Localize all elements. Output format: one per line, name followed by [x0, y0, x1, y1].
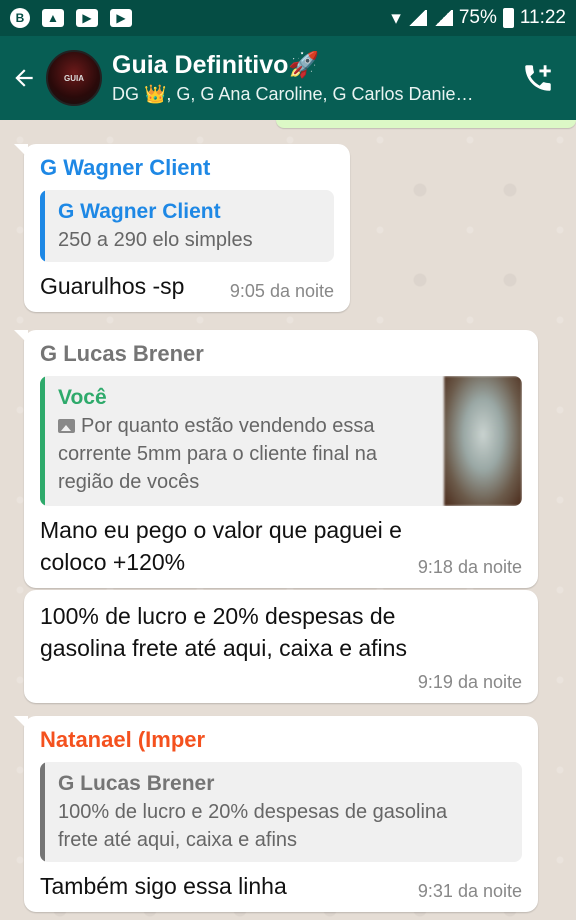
quote-sender: G Wagner Client [58, 200, 221, 223]
message-time: 9:19 da noite [417, 672, 522, 692]
group-avatar[interactable]: GUIA [46, 50, 102, 106]
youtube-notification-icon-2: ▶ [110, 9, 132, 27]
message-text-line-1: 100% de lucro e 20% despesas de [40, 603, 396, 629]
sender-name: G Wagner Client [40, 155, 211, 180]
quote-text-line-1: Por quanto estão vendendo essa [81, 415, 375, 437]
chat-title: Guia Definitivo🚀 [112, 51, 320, 79]
signal-icon [406, 10, 427, 26]
message-time: 9:31 da noite [417, 881, 522, 901]
message-bubble[interactable]: 100% de lucro e 20% despesas de gasolina… [24, 590, 538, 703]
quote-bar [40, 376, 45, 506]
message-bubble[interactable]: Natanael (Imper G Lucas Brener 100% de l… [14, 716, 538, 912]
quote-sender: G Lucas Brener [58, 772, 215, 795]
battery-icon [502, 8, 514, 28]
quoted-message[interactable]: Você Por quanto estão vendendo essa corr… [40, 376, 522, 506]
quote-bar [40, 762, 45, 862]
quote-text: 250 a 290 elo simples [58, 229, 253, 251]
message-text-line-2: gasolina frete até aqui, caixa e afins [40, 635, 407, 661]
message-text: Também sigo essa linha [40, 873, 287, 899]
phone-add-icon [525, 65, 551, 91]
arrow-left-icon [15, 69, 33, 87]
message-time: 9:05 da noite [229, 281, 334, 301]
sender-name: Natanael (Imper [40, 727, 206, 752]
clock: 11:22 [519, 7, 566, 28]
message-bubble[interactable]: G Lucas Brener Você Por quanto estão ven… [14, 330, 538, 588]
quote-text-line-1: 100% de lucro e 20% despesas de gasolina [58, 801, 448, 823]
quoted-message[interactable]: G Wagner Client 250 a 290 elo simples [40, 190, 334, 262]
quoted-message[interactable]: G Lucas Brener 100% de lucro e 20% despe… [40, 762, 522, 862]
image-notification-icon: ▲ [42, 9, 64, 27]
sender-name: G Lucas Brener [40, 341, 204, 366]
photo-icon [58, 419, 75, 433]
quote-text-line-2: frete até aqui, caixa e afins [58, 829, 298, 851]
message-text: Guarulhos -sp [40, 273, 185, 299]
status-bar: B ▲ ▶ ▶ ▾ 75% 11:22 [0, 0, 576, 36]
youtube-notification-icon: ▶ [76, 9, 98, 27]
message-bubble[interactable]: G Wagner Client G Wagner Client 250 a 29… [14, 144, 350, 312]
back-button[interactable] [4, 36, 44, 120]
quote-sender: Você [58, 386, 107, 409]
message-text-line-2: coloco +120% [40, 549, 186, 575]
chat-members: DG 👑, G, G Ana Caroline, G Carlos Danie… [112, 84, 474, 104]
add-call-button[interactable] [508, 36, 568, 120]
signal-icon-2 [432, 10, 453, 26]
quoted-image-thumbnail [444, 376, 522, 506]
quote-bar [40, 190, 45, 262]
chat-info[interactable]: Guia Definitivo🚀 DG 👑, G, G Ana Caroline… [112, 51, 508, 105]
wifi-icon: ▾ [391, 7, 401, 29]
quote-text-line-3: região de vocês [58, 471, 200, 493]
message-text-line-1: Mano eu pego o valor que paguei e [40, 517, 402, 543]
outgoing-message-edge [276, 120, 576, 128]
chat-header: GUIA Guia Definitivo🚀 DG 👑, G, G Ana Car… [0, 36, 576, 120]
quote-text-line: Por quanto estão vendendo essa [58, 412, 432, 440]
battery-percent: 75% [458, 7, 497, 28]
quote-text-line-2: corrente 5mm para o cliente final na [58, 443, 378, 465]
b-notification-icon: B [10, 8, 30, 28]
chat-area[interactable]: G Wagner Client G Wagner Client 250 a 29… [0, 120, 576, 920]
message-time: 9:18 da noite [417, 557, 522, 577]
